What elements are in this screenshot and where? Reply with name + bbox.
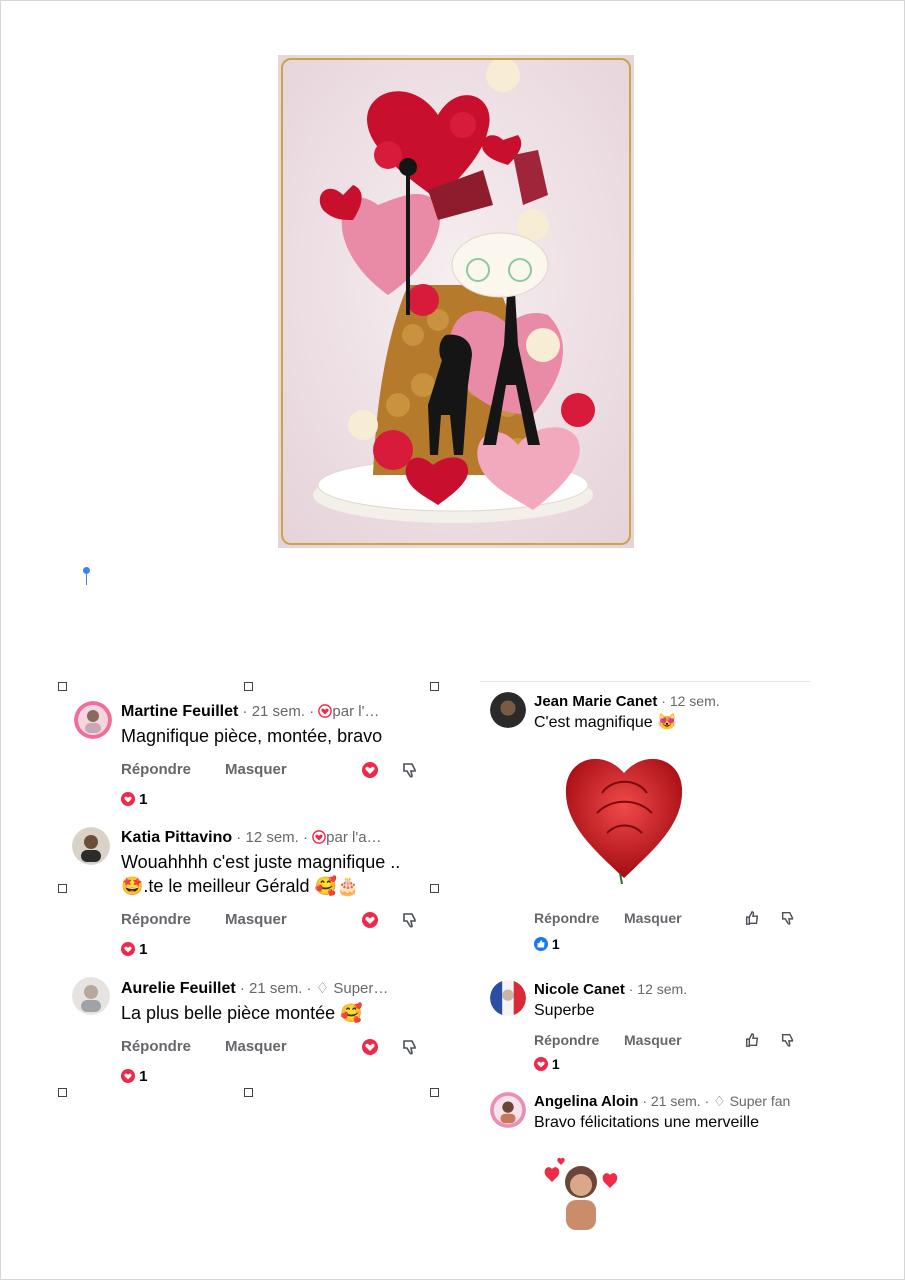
text-cursor-pin	[83, 567, 90, 587]
reply-button[interactable]: Répondre	[121, 1038, 191, 1055]
comment: Aurelie Feuillet · 21 sem. · ♢ Super… La…	[70, 975, 430, 1095]
love-reaction-icon	[534, 1057, 548, 1071]
avatar[interactable]	[72, 827, 110, 865]
comment-text: Superbe	[534, 1002, 595, 1019]
comment-meta: · 12 sem.	[624, 981, 688, 997]
love-reaction-icon	[121, 1069, 135, 1083]
thumbs-up-icon[interactable]	[744, 1032, 760, 1048]
avatar[interactable]	[490, 1092, 526, 1128]
selection-handle-top-left[interactable]	[58, 682, 67, 691]
thumbs-down-icon[interactable]	[780, 910, 796, 926]
comment-author[interactable]: Katia Pittavino	[121, 829, 232, 846]
selection-handle-top-right[interactable]	[430, 682, 439, 691]
hide-button[interactable]: Masquer	[225, 1038, 287, 1055]
avatar[interactable]	[490, 980, 526, 1016]
author-heart-badge-icon	[312, 829, 326, 846]
comment: Angelina Aloin · 21 sem. · ♢ Super fan B…	[480, 1082, 810, 1230]
hide-button[interactable]: Masquer	[624, 910, 682, 926]
comment-meta: · 21 sem. ·	[235, 980, 316, 997]
comment: Katia Pittavino · 12 sem. · par l'a… Wou…	[70, 825, 430, 975]
comment-text: Bravo félicitations une merveille	[534, 1114, 759, 1131]
comment-tag: par l'…	[332, 703, 380, 720]
comment-meta: · 21 sem. ·	[238, 703, 319, 720]
comment-meta: · 21 sem. ·	[638, 1093, 714, 1109]
reaction-count[interactable]: 1	[552, 1056, 560, 1072]
selection-handle-top-middle[interactable]	[244, 682, 253, 691]
photo-frame	[281, 58, 631, 545]
comment-text: Wouahhhh c'est juste magnifique ..🤩.te l…	[121, 852, 401, 896]
comment-meta: · 12 sem.	[657, 693, 720, 709]
hide-button[interactable]: Masquer	[624, 1032, 682, 1048]
comment-text: Magnifique pièce, montée, bravo	[121, 726, 383, 746]
reply-button[interactable]: Répondre	[121, 911, 191, 928]
cake-photo	[278, 55, 634, 548]
reply-button[interactable]: Répondre	[534, 1032, 599, 1048]
comment-author[interactable]: Jean Marie Canet	[534, 693, 657, 710]
rose-heart-sticker	[562, 748, 686, 885]
reaction-count[interactable]: 1	[139, 791, 147, 808]
comments-column-left: Martine Feuillet · 21 sem. · par l'… Mag…	[70, 695, 430, 1095]
selection-handle-middle-left[interactable]	[58, 884, 67, 893]
comment: Nicole Canet · 12 sem. Superbe Répondre …	[480, 972, 810, 1082]
avatar[interactable]	[72, 977, 110, 1015]
comment-author[interactable]: Nicole Canet	[534, 981, 625, 998]
comment-tag: Super fan	[729, 1093, 791, 1109]
selection-handle-bottom-left[interactable]	[58, 1088, 67, 1097]
comment-text: C'est magnifique 😻	[534, 714, 678, 731]
like-reaction-icon	[534, 937, 548, 951]
reply-button[interactable]: Répondre	[121, 761, 191, 778]
hide-button[interactable]: Masquer	[225, 911, 287, 928]
comment-tag: Super…	[333, 980, 389, 997]
avatar[interactable]	[490, 692, 526, 728]
heart-react-icon[interactable]	[361, 761, 379, 779]
selection-handle-bottom-right[interactable]	[430, 1088, 439, 1097]
comment-author[interactable]: Angelina Aloin	[534, 1093, 638, 1110]
comment-author[interactable]: Aurelie Feuillet	[121, 980, 236, 997]
reaction-count[interactable]: 1	[139, 941, 147, 958]
character-hearts-sticker	[536, 1152, 626, 1234]
thumbs-up-icon[interactable]	[744, 910, 760, 926]
heart-react-icon[interactable]	[361, 1038, 379, 1056]
comment-meta: · 12 sem. ·	[232, 829, 313, 846]
comment: Jean Marie Canet · 12 sem. C'est magnifi…	[480, 682, 810, 972]
diamond-icon: ♢	[713, 1093, 730, 1109]
avatar[interactable]	[74, 701, 112, 739]
reaction-count[interactable]: 1	[139, 1068, 147, 1085]
thumbs-down-icon[interactable]	[401, 761, 419, 779]
comment-text: La plus belle pièce montée 🥰	[121, 1003, 363, 1023]
comments-column-right: Jean Marie Canet · 12 sem. C'est magnifi…	[480, 681, 810, 1230]
thumbs-down-icon[interactable]	[401, 1038, 419, 1056]
love-reaction-icon	[121, 942, 135, 956]
comment-author[interactable]: Martine Feuillet	[121, 703, 238, 720]
reaction-count[interactable]: 1	[552, 936, 560, 952]
diamond-icon: ♢	[315, 980, 334, 997]
thumbs-down-icon[interactable]	[401, 911, 419, 929]
reply-button[interactable]: Répondre	[534, 910, 599, 926]
thumbs-down-icon[interactable]	[780, 1032, 796, 1048]
comment-tag: par l'a…	[326, 829, 382, 846]
selection-handle-middle-right[interactable]	[430, 884, 439, 893]
comment: Martine Feuillet · 21 sem. · par l'… Mag…	[70, 695, 430, 825]
author-heart-badge-icon	[318, 703, 333, 720]
love-reaction-icon	[121, 792, 135, 806]
heart-react-icon[interactable]	[361, 911, 379, 929]
hide-button[interactable]: Masquer	[225, 761, 287, 778]
